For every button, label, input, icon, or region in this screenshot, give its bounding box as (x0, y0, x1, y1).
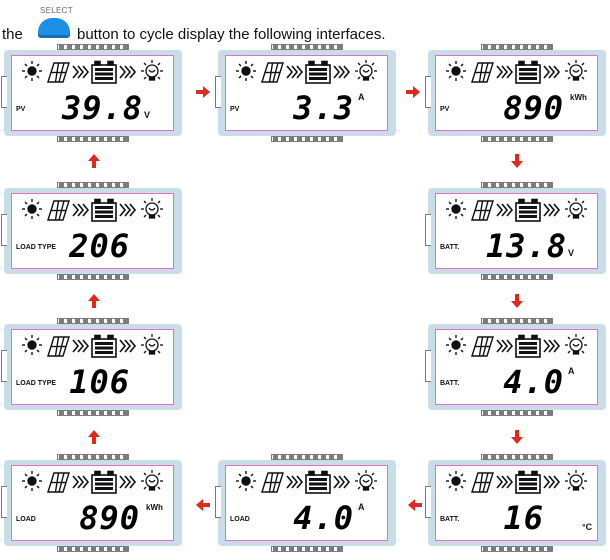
screen-unit: kWh (146, 503, 163, 512)
lcd-panel-load-type-106: LOAD TYPE 106 (1, 318, 182, 418)
screen-unit: A (358, 502, 365, 512)
lcd-side-tab (425, 214, 431, 246)
lcd-side-tab (215, 486, 221, 518)
status-icons (446, 198, 596, 224)
screen-unit: °C (582, 522, 593, 532)
lcd-side-tab (425, 350, 431, 382)
lcd-panel-pv-energy: PV 890 kWh (425, 44, 606, 144)
select-button-label: SELECT (40, 6, 73, 15)
screen-value: 206 (69, 227, 130, 265)
segment-strip-bottom (57, 410, 129, 416)
lcd-side-tab (1, 76, 7, 108)
instruction-suffix: button to cycle display the following in… (77, 26, 386, 43)
lcd-screen: PV 890 kWh (435, 55, 598, 131)
screen-value: 890 (79, 499, 140, 537)
segment-strip-bottom (271, 136, 343, 142)
arrow-left-icon (196, 499, 210, 511)
arrow-left-icon (408, 499, 422, 511)
lcd-panel-batt-current: BATT. 4.0 A (425, 318, 606, 418)
arrow-right-icon (406, 86, 420, 98)
select-button-face[interactable] (38, 18, 70, 38)
screen-unit: V (144, 110, 151, 120)
screen-unit: A (568, 366, 575, 376)
screen-label: BATT. (440, 244, 460, 251)
status-icons (446, 60, 596, 86)
segment-strip-bottom (57, 274, 129, 280)
segment-strip-bottom (271, 546, 343, 552)
lcd-panel-batt-voltage: BATT. 13.8 V (425, 182, 606, 282)
lcd-screen: LOAD TYPE 206 (11, 193, 174, 269)
lcd-side-tab (425, 486, 431, 518)
lcd-side-tab (1, 486, 7, 518)
status-icons (22, 60, 172, 86)
arrow-up-icon (88, 294, 100, 308)
lcd-panel-load-energy: LOAD 890 kWh (1, 454, 182, 554)
lcd-screen: BATT. 13.8 V (435, 193, 598, 269)
screen-unit: V (568, 248, 575, 258)
lcd-side-tab (215, 76, 221, 108)
screen-label: PV (440, 106, 450, 113)
lcd-screen: PV 39.8 V (11, 55, 174, 131)
select-button[interactable]: SELECT (38, 6, 73, 42)
lcd-panel-pv-current: PV 3.3 A (215, 44, 396, 144)
lcd-panel-load-type-206: LOAD TYPE 206 (1, 182, 182, 282)
arrow-up-icon (88, 430, 100, 444)
screen-label: LOAD (16, 516, 36, 523)
lcd-screen: PV 3.3 A (225, 55, 388, 131)
status-icons (22, 334, 172, 360)
screen-label: BATT. (440, 516, 460, 523)
status-icons (22, 198, 172, 224)
segment-strip-bottom (57, 136, 129, 142)
segment-strip-bottom (57, 546, 129, 552)
lcd-screen: BATT. 4.0 A (435, 329, 598, 405)
screen-label: PV (16, 106, 26, 113)
lcd-side-tab (1, 350, 7, 382)
instruction-prefix: the (2, 26, 23, 43)
screen-value: 890 (503, 89, 564, 127)
status-icons (236, 60, 386, 86)
lcd-side-tab (425, 76, 431, 108)
screen-value: 13.8 (486, 227, 568, 265)
lcd-panel-load-current: LOAD 4.0 A (215, 454, 396, 554)
screen-value: 106 (69, 363, 130, 401)
status-icons (22, 470, 172, 496)
segment-strip-bottom (481, 546, 553, 552)
screen-value: 3.3 (293, 89, 354, 127)
screen-unit: A (358, 92, 365, 102)
screen-label: LOAD (230, 516, 250, 523)
status-icons (446, 470, 596, 496)
lcd-screen: LOAD 890 kWh (11, 465, 174, 541)
segment-strip-bottom (481, 136, 553, 142)
segment-strip-bottom (481, 410, 553, 416)
lcd-panel-pv-voltage: PV 39.8 V (1, 44, 182, 144)
segment-strip-bottom (481, 274, 553, 280)
arrow-up-icon (88, 154, 100, 168)
status-icons (236, 470, 386, 496)
screen-value: 4.0 (503, 363, 564, 401)
screen-value: 39.8 (62, 89, 144, 127)
screen-label: LOAD TYPE (16, 244, 57, 251)
lcd-screen: LOAD TYPE 106 (11, 329, 174, 405)
screen-label: LOAD TYPE (16, 380, 57, 387)
arrow-down-icon (511, 430, 523, 444)
status-icons (446, 334, 596, 360)
lcd-screen: LOAD 4.0 A (225, 465, 388, 541)
lcd-side-tab (1, 214, 7, 246)
screen-value: 4.0 (293, 499, 354, 537)
lcd-screen: BATT. 16 °C (435, 465, 598, 541)
screen-label: BATT. (440, 380, 460, 387)
arrow-down-icon (511, 294, 523, 308)
screen-value: 16 (503, 499, 544, 537)
arrow-right-icon (196, 86, 210, 98)
lcd-panel-batt-temperature: BATT. 16 °C (425, 454, 606, 554)
screen-label: PV (230, 106, 240, 113)
arrow-down-icon (511, 154, 523, 168)
screen-unit: kWh (570, 93, 587, 102)
